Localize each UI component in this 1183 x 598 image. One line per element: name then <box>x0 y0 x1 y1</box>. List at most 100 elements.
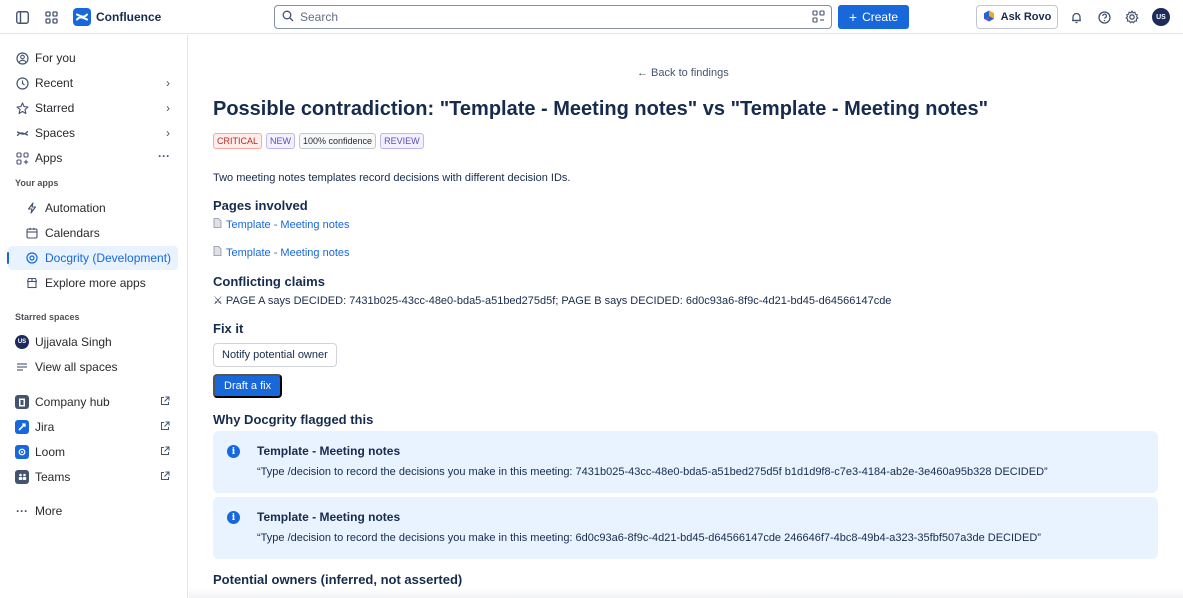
clock-icon <box>15 76 29 90</box>
sidebar-item-for-you[interactable]: For you <box>8 46 178 70</box>
ask-rovo-button[interactable]: Ask Rovo <box>976 5 1058 29</box>
sidebar-item-view-all-spaces[interactable]: View all spaces <box>8 355 178 379</box>
sidebar-item-label: More <box>35 504 63 518</box>
sidebar-item-apps[interactable]: Apps ··· <box>8 146 178 170</box>
list-icon <box>15 360 29 374</box>
teams-icon <box>15 470 29 484</box>
chevron-right-icon[interactable]: › <box>166 126 170 140</box>
review-badge: REVIEW <box>380 133 424 149</box>
sidebar-item-company-hub[interactable]: Company hub <box>8 390 178 414</box>
sidebar-item-label: Spaces <box>35 126 76 140</box>
evidence-title: Template - Meeting notes <box>257 444 401 458</box>
ask-rovo-label: Ask Rovo <box>1000 11 1052 23</box>
store-icon <box>25 276 39 290</box>
help-icon[interactable] <box>1096 9 1112 25</box>
sidebar-item-starred[interactable]: Starred › <box>8 96 178 120</box>
info-icon: i <box>227 445 240 458</box>
pages-involved-heading: Pages involved <box>213 198 308 213</box>
page-icon <box>213 218 222 231</box>
sidebar-item-label: Teams <box>35 470 71 484</box>
main-content: ← Back to findings Possible contradictio… <box>189 35 1183 598</box>
sidebar-item-calendars[interactable]: Calendars <box>8 221 178 245</box>
sidebar-item-explore-apps[interactable]: Explore more apps <box>8 271 178 295</box>
finding-badges: CRITICAL NEW 100% confidence REVIEW <box>213 133 424 149</box>
sidebar-item-label: Jira <box>35 420 55 434</box>
sidebar-item-automation[interactable]: Automation <box>8 196 178 220</box>
top-navigation-bar: Confluence + Create Ask Rovo US <box>0 0 1183 34</box>
page-link-label: Template - Meeting notes <box>226 218 350 231</box>
sidebar-item-docgrity[interactable]: Docgrity (Development) <box>7 246 178 270</box>
sidebar: For you Recent › Starred › Spaces › Apps… <box>0 35 188 598</box>
jira-icon <box>15 420 29 434</box>
fix-it-heading: Fix it <box>213 321 244 336</box>
sidebar-item-label: For you <box>35 51 76 65</box>
user-avatar[interactable]: US <box>1152 8 1170 26</box>
create-label: Create <box>862 10 899 24</box>
company-hub-icon <box>15 395 29 409</box>
external-link-icon <box>160 445 170 459</box>
sidebar-item-label: Calendars <box>45 226 100 240</box>
sidebar-item-jira[interactable]: Jira <box>8 415 178 439</box>
bell-icon[interactable] <box>1068 9 1084 25</box>
more-options-icon[interactable]: ··· <box>158 149 170 163</box>
confidence-badge: 100% confidence <box>299 133 377 149</box>
info-icon: i <box>227 511 240 524</box>
apps-icon <box>15 151 29 165</box>
evidence-card: i Template - Meeting notes “Type /decisi… <box>213 431 1158 493</box>
sidebar-item-label: View all spaces <box>35 360 118 374</box>
scroll-fade <box>189 588 1183 598</box>
sidebar-item-loom[interactable]: Loom <box>8 440 178 464</box>
sidebar-item-label: Ujjavala Singh <box>35 335 112 349</box>
search-box[interactable] <box>274 5 832 29</box>
spaces-icon <box>15 126 29 140</box>
user-circle-icon <box>15 51 29 65</box>
severity-badge: CRITICAL <box>213 133 263 149</box>
back-to-findings-link[interactable]: ← Back to findings <box>637 67 729 79</box>
page-icon <box>213 246 222 259</box>
star-icon <box>15 101 29 115</box>
conflicting-claims-heading: Conflicting claims <box>213 274 325 289</box>
search-filter-icon[interactable] <box>812 10 825 26</box>
your-apps-label: Your apps <box>15 178 59 188</box>
evidence-card: i Template - Meeting notes “Type /decisi… <box>213 497 1158 559</box>
sidebar-item-spaces[interactable]: Spaces › <box>8 121 178 145</box>
settings-gear-icon[interactable] <box>1124 9 1140 25</box>
sidebar-item-label: Automation <box>45 201 106 215</box>
page-link[interactable]: Template - Meeting notes <box>213 246 350 259</box>
page-link[interactable]: Template - Meeting notes <box>213 218 350 231</box>
sidebar-item-label: Company hub <box>35 395 110 409</box>
sidebar-item-label: Docgrity (Development) <box>45 251 172 265</box>
sidebar-item-label: Recent <box>35 76 74 90</box>
search-input[interactable] <box>300 10 800 24</box>
external-link-icon <box>160 470 170 484</box>
evidence-title: Template - Meeting notes <box>257 510 401 524</box>
evidence-quote: “Type /decision to record the decisions … <box>257 532 1041 544</box>
conflicting-claims-text: ⚔ PAGE A says DECIDED: 7431b025-43cc-48e… <box>213 295 892 307</box>
sidebar-item-space-ujjavala[interactable]: US Ujjavala Singh <box>8 330 178 354</box>
sidebar-item-label: Starred <box>35 101 75 115</box>
docgrity-icon <box>25 251 39 265</box>
sidebar-item-label: Explore more apps <box>45 276 146 290</box>
search-icon <box>282 10 294 25</box>
notify-owner-button[interactable]: Notify potential owner <box>213 343 337 367</box>
app-name[interactable]: Confluence <box>96 10 161 24</box>
draft-fix-button[interactable]: Draft a fix <box>213 374 283 398</box>
potential-owners-heading: Potential owners (inferred, not asserted… <box>213 572 463 587</box>
chevron-right-icon[interactable]: › <box>166 76 170 90</box>
sidebar-item-label: Loom <box>35 445 66 459</box>
sidebar-item-teams[interactable]: Teams <box>8 465 178 489</box>
sidebar-item-label: Apps <box>35 151 63 165</box>
finding-summary: Two meeting notes templates record decis… <box>213 172 571 184</box>
confluence-logo-icon[interactable] <box>73 8 91 26</box>
sidebar-item-more[interactable]: ··· More <box>8 499 178 523</box>
chevron-right-icon[interactable]: › <box>166 101 170 115</box>
sidebar-toggle-icon[interactable] <box>14 9 30 25</box>
space-avatar: US <box>15 335 29 349</box>
why-flagged-heading: Why Docgrity flagged this <box>213 412 374 427</box>
sidebar-item-recent[interactable]: Recent › <box>8 71 178 95</box>
page-title: Possible contradiction: "Template - Meet… <box>213 98 989 120</box>
create-button[interactable]: + Create <box>838 5 909 29</box>
app-switcher-icon[interactable] <box>43 9 59 25</box>
starred-spaces-label: Starred spaces <box>15 312 80 322</box>
evidence-quote: “Type /decision to record the decisions … <box>257 466 1048 478</box>
